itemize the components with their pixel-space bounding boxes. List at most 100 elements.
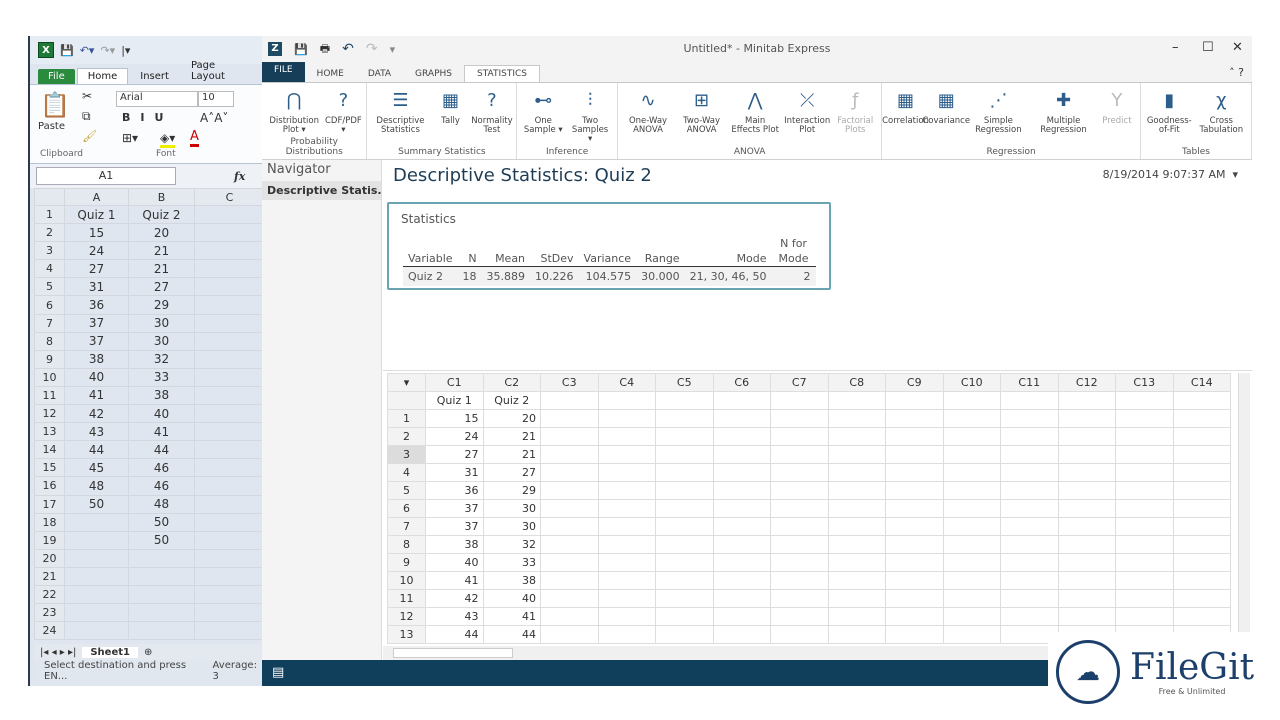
cell[interactable] [655,607,714,626]
cell[interactable]: 27 [425,445,484,464]
cell[interactable] [194,621,262,641]
cell[interactable] [64,603,129,623]
cell[interactable] [770,499,829,518]
tally-button[interactable]: ▦ Tally [431,87,471,126]
cell[interactable] [770,517,829,536]
cell[interactable]: 38 [425,535,484,554]
cell[interactable] [194,512,262,532]
row-header[interactable]: 9 [387,553,426,572]
row-header[interactable]: 23 [34,603,65,623]
cell[interactable]: 37 [425,499,484,518]
cell[interactable] [194,259,262,279]
interaction-plot-button[interactable]: ⤫ Interaction Plot [782,87,832,135]
cell[interactable] [942,463,1001,482]
cell[interactable] [1115,481,1174,500]
cell[interactable]: 38 [128,385,195,406]
cell[interactable] [64,584,129,605]
cell[interactable]: 29 [128,295,195,315]
cell[interactable]: 38 [482,571,541,590]
cell[interactable]: 42 [425,589,484,608]
cell[interactable] [942,427,1001,446]
cell[interactable]: 44 [64,440,129,460]
cell[interactable] [1057,517,1116,536]
cell[interactable] [64,512,129,532]
cell[interactable]: 48 [128,494,195,514]
cell[interactable] [1000,553,1059,572]
cell[interactable] [540,445,599,464]
cell[interactable] [1057,481,1116,500]
row-header[interactable]: 20 [34,548,65,568]
cell[interactable] [827,607,886,626]
row-header[interactable]: 9 [34,349,65,369]
cell[interactable] [194,440,262,460]
cell[interactable]: 20 [128,223,195,243]
column-header-c14[interactable]: C14 [1172,373,1231,392]
row-header[interactable]: 18 [34,512,65,532]
column-name-cell[interactable] [712,391,771,410]
column-name-cell[interactable] [885,391,944,410]
cell[interactable] [1057,553,1116,572]
save-icon[interactable]: 💾 [60,44,74,57]
close-button[interactable]: ✕ [1232,40,1243,55]
cell[interactable] [540,589,599,608]
cell[interactable]: 46 [128,458,195,478]
two-way-anova-button[interactable]: ⊞ Two-Way ANOVA [675,87,728,135]
cell[interactable] [942,445,1001,464]
cell[interactable] [1000,589,1059,608]
goodness-of-fit-button[interactable]: ▮ Goodness-of-Fit [1144,87,1195,135]
cell[interactable] [712,589,771,608]
cell[interactable] [1000,445,1059,464]
row-header[interactable]: 24 [34,621,65,641]
simple-regression-button[interactable]: ⋰ Simple Regression [967,87,1030,135]
cell[interactable] [194,476,262,496]
cell[interactable] [194,367,262,387]
cell[interactable] [770,445,829,464]
cell[interactable]: 30 [128,313,195,333]
cell[interactable] [827,463,886,482]
cell[interactable] [885,517,944,536]
cell[interactable] [194,530,262,550]
cell[interactable] [1172,499,1231,518]
column-header-c4[interactable]: C4 [597,373,656,392]
cell[interactable] [885,589,944,608]
cell[interactable]: 46 [128,476,195,496]
cell[interactable] [770,589,829,608]
cell[interactable] [942,517,1001,536]
cell[interactable] [1172,427,1231,446]
cell[interactable]: 43 [64,422,129,442]
row-header[interactable]: 3 [34,241,65,261]
main-effects-plot-button[interactable]: ⋀ Main Effects Plot [728,87,782,135]
tab-graphs[interactable]: GRAPHS [403,66,464,82]
cell[interactable] [655,409,714,428]
redo-icon[interactable]: ↷ [366,41,378,57]
column-name-cell[interactable] [1115,391,1174,410]
cell[interactable]: 20 [482,409,541,428]
row-header[interactable]: 3 [387,445,426,464]
navigator-toggle-icon[interactable]: ▤ [272,665,284,680]
cell[interactable]: 33 [482,553,541,572]
cell[interactable]: 32 [128,349,195,369]
cell[interactable] [194,422,262,442]
cell[interactable]: 45 [64,458,129,478]
one-sample-button[interactable]: ⊷ One Sample ▾ [520,87,566,135]
column-header-c12[interactable]: C12 [1057,373,1116,392]
cell[interactable] [194,204,262,225]
tab-page-layout[interactable]: Page Layout [181,58,262,84]
cell[interactable] [712,517,771,536]
cell[interactable] [597,409,656,428]
cell[interactable] [1172,535,1231,554]
column-name-cell[interactable] [942,391,1001,410]
cell[interactable] [770,481,829,500]
cell[interactable]: Quiz 2 [128,204,195,225]
cell[interactable] [885,409,944,428]
cell[interactable] [1172,517,1231,536]
cell[interactable] [827,535,886,554]
cell[interactable]: 42 [64,404,129,424]
cell[interactable]: 36 [64,295,129,315]
row-header[interactable]: 11 [387,589,426,608]
row-header[interactable]: 4 [34,259,65,279]
cell[interactable] [655,499,714,518]
column-name-cell[interactable] [540,391,599,410]
cell[interactable] [540,409,599,428]
cell[interactable]: 37 [64,331,129,351]
